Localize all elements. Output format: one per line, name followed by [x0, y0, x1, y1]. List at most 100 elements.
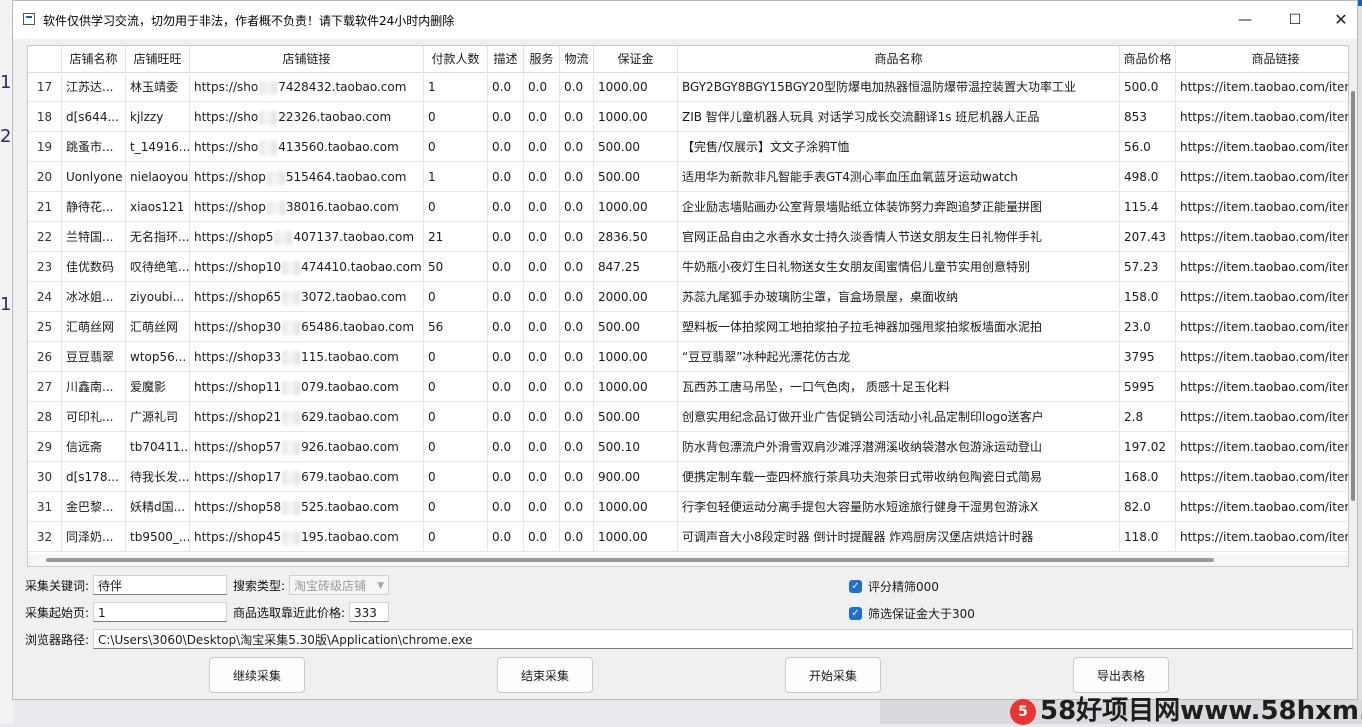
search-type-select[interactable]: 淘宝砖级店铺 ▼: [289, 575, 389, 595]
cell-product-name: 官网正品自由之水香水女士持久淡香情人节送女朋友生日礼物伴手礼: [678, 222, 1120, 252]
cell-deposit: 500.00: [594, 312, 678, 342]
column-header-logistics-score[interactable]: 物流: [560, 46, 594, 72]
cell-index: 25: [28, 312, 62, 342]
browser-path-input[interactable]: C:\Users\3060\Desktop\淘宝采集5.30版\Applicat…: [93, 629, 1353, 649]
rating-filter-checkbox[interactable]: ✓ 评分精筛000: [849, 578, 939, 595]
cell-logistics-score: 0.0: [560, 372, 594, 402]
horizontal-scroll-thumb[interactable]: [46, 558, 1214, 562]
table-row[interactable]: 24 冰冰姐... ziyoubi... https://shop65 3072.tao…: [28, 282, 1348, 312]
column-header-product-price[interactable]: 商品价格: [1120, 46, 1176, 72]
column-header-shop-name[interactable]: 店铺名称: [62, 46, 126, 72]
table-row[interactable]: 23 佳优数码 叹待绝笔... https://shop10 474410.taobao…: [28, 252, 1348, 282]
shop-link-prefix: https://sho: [194, 80, 259, 94]
table-row[interactable]: 28 可印礼... 广源礼司 https://shop21 629.taobao.com…: [28, 402, 1348, 432]
cell-service-score: 0.0: [524, 162, 560, 192]
redaction-mask: [282, 470, 301, 485]
rating-filter-label: 评分精筛000: [868, 580, 939, 594]
cell-index: 27: [28, 372, 62, 402]
cell-index: 24: [28, 282, 62, 312]
cell-shop-name: 豆豆翡翠: [62, 342, 126, 372]
chevron-down-icon: ▼: [377, 581, 384, 591]
table-row[interactable]: 29 信远斋 tb70411... https://shop57 926.taobao.…: [28, 432, 1348, 462]
cell-product-link: https://item.taobao.com/item: [1176, 372, 1348, 402]
cell-shop-name: 同泽奶...: [62, 522, 126, 552]
table-row[interactable]: 26 豆豆翡翠 wtop56... https://shop33 115.taobao.…: [28, 342, 1348, 372]
table-row[interactable]: 32 同泽奶... tb9500_... https://shop45 195.taob…: [28, 522, 1348, 552]
cell-shop-name: 川鑫南...: [62, 372, 126, 402]
shop-link-prefix: https://shop: [194, 170, 266, 184]
maximize-button[interactable]: ☐: [1272, 1, 1318, 39]
table-row[interactable]: 31 金巴黎... 妖精d国... https://shop58 525.taobao.…: [28, 492, 1348, 522]
column-header-desc-score[interactable]: 描述: [488, 46, 524, 72]
cell-deposit: 1000.00: [594, 102, 678, 132]
cell-service-score: 0.0: [524, 492, 560, 522]
table-row[interactable]: 22 兰特国... 无名指环... https://shop5 407137.taoba…: [28, 222, 1348, 252]
shop-link-suffix: 7428432.taobao.com: [278, 80, 407, 94]
column-header-deposit[interactable]: 保证金: [594, 46, 678, 72]
table-row[interactable]: 21 静待花... xiaos121 https://shop 38016.taobao…: [28, 192, 1348, 222]
shop-link-suffix: 38016.taobao.com: [285, 200, 399, 214]
redaction-mask: [259, 110, 278, 125]
deposit-filter-checkbox[interactable]: ✓ 筛选保证金大于300: [849, 605, 975, 622]
cell-product-name: BGY2BGY8BGY15BGY20型防爆电加热器恒温防爆带温控装置大功率工业: [678, 72, 1120, 102]
column-header-shop-wangwang[interactable]: 店铺旺旺: [126, 46, 190, 72]
cell-shop-link: https://shop10 474410.taobao.com: [190, 252, 424, 282]
column-header-product-name[interactable]: 商品名称: [678, 46, 1120, 72]
export-table-button[interactable]: 导出表格: [1073, 657, 1169, 693]
cell-logistics-score: 0.0: [560, 432, 594, 462]
near-price-input[interactable]: 333: [349, 602, 389, 622]
results-table[interactable]: 店铺名称 店铺旺旺 店铺链接 付款人数 描述 服务 物流 保证金 商品名称 商品价格 商品链接 17…: [27, 45, 1349, 567]
minimize-button[interactable]: —: [1222, 1, 1268, 39]
table-row[interactable]: 25 汇萌丝网 汇萌丝网 https://shop30 65486.taobao.com…: [28, 312, 1348, 342]
keyword-label: 采集关键词:: [25, 579, 90, 593]
vertical-scroll-thumb[interactable]: [1351, 91, 1355, 501]
cell-index: 20: [28, 162, 62, 192]
close-button[interactable]: ✕: [1318, 1, 1362, 39]
shop-link-prefix: https://shop30: [194, 320, 282, 334]
table-row[interactable]: 17 江苏达... 林玉靖委 https://sho 7428432.taobao.co…: [28, 72, 1348, 102]
cell-desc-score: 0.0: [488, 312, 524, 342]
cell-desc-score: 0.0: [488, 372, 524, 402]
table-row[interactable]: 30 d[s178... 待我长发... https://shop17 679.taob…: [28, 462, 1348, 492]
cell-logistics-score: 0.0: [560, 402, 594, 432]
cell-service-score: 0.0: [524, 252, 560, 282]
cell-product-price: 118.0: [1120, 522, 1176, 552]
cell-index: 32: [28, 522, 62, 552]
stop-collect-button[interactable]: 结束采集: [497, 657, 593, 693]
keyword-input[interactable]: 待伴: [93, 575, 227, 595]
shop-link-suffix: 195.taobao.com: [301, 530, 399, 544]
column-header-product-link[interactable]: 商品链接: [1176, 46, 1348, 72]
start-page-input[interactable]: 1: [93, 602, 227, 622]
column-header-index[interactable]: [28, 46, 62, 72]
column-header-shop-link[interactable]: 店铺链接: [190, 46, 424, 72]
table-row[interactable]: 20 Uonlyone nielaoyou https://shop 515464.ta…: [28, 162, 1348, 192]
table-row[interactable]: 18 d[s644... kjlzzy https://sho 22326.taobao…: [28, 102, 1348, 132]
title-bar[interactable]: 软件仅供学习交流，切勿用于非法，作者概不负责！请下载软件24小时内删除 — ☐ …: [13, 1, 1357, 39]
watermark-text: 58好项目网www.58hxm.com: [1040, 696, 1362, 726]
cell-desc-score: 0.0: [488, 522, 524, 552]
cell-product-link: https://item.taobao.com/item: [1176, 192, 1348, 222]
shop-link-prefix: https://shop10: [194, 260, 282, 274]
cell-paid-count: 1: [424, 72, 488, 102]
shop-link-suffix: 3072.taobao.com: [301, 290, 407, 304]
redaction-mask: [282, 380, 301, 395]
horizontal-scrollbar[interactable]: [28, 554, 1348, 566]
cell-paid-count: 0: [424, 372, 488, 402]
cell-index: 22: [28, 222, 62, 252]
cell-desc-score: 0.0: [488, 342, 524, 372]
continue-collect-button[interactable]: 继续采集: [209, 657, 305, 693]
cell-paid-count: 0: [424, 282, 488, 312]
cell-shop-link: https://shop5 407137.taobao.com: [190, 222, 424, 252]
redaction-mask: [282, 530, 301, 545]
start-collect-button[interactable]: 开始采集: [785, 657, 881, 693]
cell-paid-count: 0: [424, 102, 488, 132]
cell-deposit: 1000.00: [594, 372, 678, 402]
column-header-service-score[interactable]: 服务: [524, 46, 560, 72]
column-header-paid-count[interactable]: 付款人数: [424, 46, 488, 72]
cell-index: 29: [28, 432, 62, 462]
cell-logistics-score: 0.0: [560, 342, 594, 372]
cell-product-name: 瓦西苏工唐马吊坠，一口气色肉， 质感十足玉化料: [678, 372, 1120, 402]
cell-logistics-score: 0.0: [560, 162, 594, 192]
table-row[interactable]: 27 川鑫南... 爱魔影 https://shop11 079.taobao.com 0…: [28, 372, 1348, 402]
table-row[interactable]: 19 跳蚤市... t_14916... https://sho 413560.taob…: [28, 132, 1348, 162]
